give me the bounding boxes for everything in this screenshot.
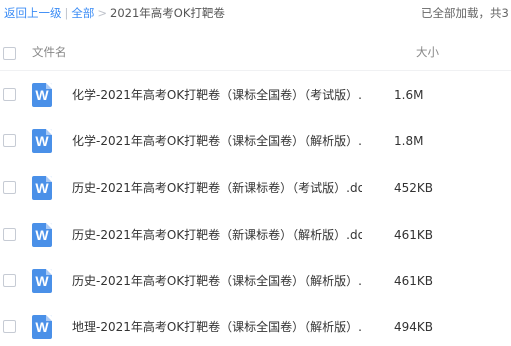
file-name[interactable]: 化学-2021年高考OK打靶卷（课标全国卷）（解析版）.docx	[72, 132, 362, 150]
row-checkbox[interactable]	[3, 181, 16, 194]
row-checkbox[interactable]	[3, 134, 16, 147]
word-doc-icon: W	[32, 223, 52, 247]
file-name[interactable]: 历史-2021年高考OK打靶卷（新课标卷）（解析版）.docx	[72, 226, 362, 244]
load-status: 已全部加载，共3	[421, 6, 509, 20]
breadcrumb-divider: |	[64, 6, 69, 20]
file-size: 461KB	[394, 228, 434, 242]
word-doc-icon: W	[32, 129, 52, 153]
file-name[interactable]: 化学-2021年高考OK打靶卷（课标全国卷）（考试版）.docx	[72, 86, 362, 104]
word-doc-icon: W	[32, 176, 52, 200]
file-size: 1.6M	[394, 88, 424, 102]
file-row[interactable]: W 地理-2021年高考OK打靶卷（课标全国卷）（解析版）.docx 494KB	[0, 304, 511, 346]
file-name[interactable]: 地理-2021年高考OK打靶卷（课标全国卷）（解析版）.docx	[72, 318, 362, 336]
select-all-checkbox[interactable]	[3, 47, 16, 60]
file-size: 452KB	[394, 181, 434, 195]
word-doc-icon: W	[32, 83, 52, 107]
file-size: 494KB	[394, 320, 434, 334]
back-link[interactable]: 返回上一级	[4, 4, 62, 22]
file-size: 461KB	[394, 274, 434, 288]
file-browser: 返回上一级 | 全部 > 2021年高考OK打靶卷 已全部加载，共3 文件名 大…	[0, 0, 511, 346]
file-size: 1.8M	[394, 134, 424, 148]
all-files-link[interactable]: 全部	[71, 4, 94, 22]
word-doc-icon: W	[32, 269, 52, 293]
row-checkbox[interactable]	[3, 88, 16, 101]
file-row[interactable]: W 历史-2021年高考OK打靶卷（课标全国卷）（解析版）.docx 461KB	[0, 258, 511, 304]
column-header-size[interactable]: 大小	[416, 44, 439, 60]
file-row[interactable]: W 历史-2021年高考OK打靶卷（新课标卷）（解析版）.docx 461KB	[0, 212, 511, 258]
row-checkbox[interactable]	[3, 274, 16, 287]
file-name[interactable]: 历史-2021年高考OK打靶卷（课标全国卷）（解析版）.docx	[72, 272, 362, 290]
word-doc-icon: W	[32, 315, 52, 339]
current-folder: 2021年高考OK打靶卷	[110, 6, 225, 20]
file-row[interactable]: W 历史-2021年高考OK打靶卷（新课标卷）（考试版）.docx 452KB	[0, 165, 511, 211]
row-checkbox[interactable]	[3, 320, 16, 333]
file-name[interactable]: 历史-2021年高考OK打靶卷（新课标卷）（考试版）.docx	[72, 179, 362, 197]
breadcrumb-chevron: >	[97, 6, 108, 20]
column-header-name[interactable]: 文件名	[32, 44, 67, 60]
list-header: 文件名 大小	[0, 35, 511, 71]
breadcrumb: 返回上一级 | 全部 > 2021年高考OK打靶卷	[4, 4, 225, 22]
row-checkbox[interactable]	[3, 228, 16, 241]
file-row[interactable]: W 化学-2021年高考OK打靶卷（课标全国卷）（考试版）.docx 1.6M	[0, 72, 511, 118]
file-row[interactable]: W 化学-2021年高考OK打靶卷（课标全国卷）（解析版）.docx 1.8M	[0, 118, 511, 164]
